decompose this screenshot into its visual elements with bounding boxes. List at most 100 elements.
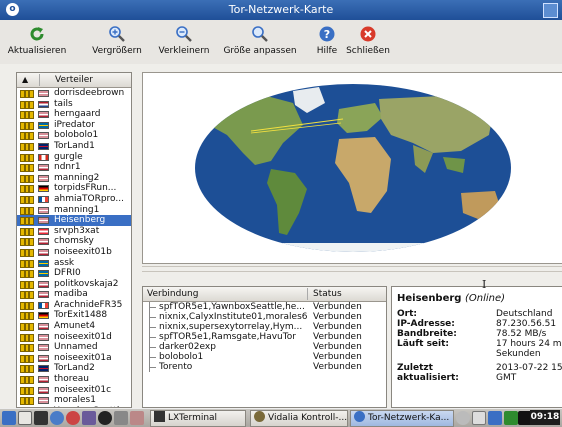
start-menu-icon[interactable]	[2, 411, 16, 425]
task-lxterminal[interactable]: LXTerminal	[150, 410, 246, 427]
circuit-row[interactable]: darker02expVerbunden	[143, 342, 386, 352]
notes-icon[interactable]	[130, 411, 144, 425]
bandwidth-icon	[20, 143, 34, 151]
relay-item[interactable]: srvph3xat	[17, 226, 131, 237]
relay-item[interactable]: dorrisdeebrown	[17, 88, 131, 99]
bandwidth-icon	[20, 238, 34, 246]
relay-item[interactable]: TorLand1	[17, 141, 131, 152]
relay-name: thoreau	[54, 374, 89, 385]
vidalia-tray-icon[interactable]	[504, 411, 518, 425]
task-label: Tor-Netzwerk-Ka...	[368, 413, 449, 423]
relay-item[interactable]: manning2	[17, 173, 131, 184]
volume-icon[interactable]	[456, 411, 470, 425]
detail-key: Läuft seit:	[397, 339, 449, 349]
browser-icon[interactable]	[50, 411, 64, 425]
detail-value: 78.52 MB/s	[496, 329, 546, 339]
zoom-fit-label: Größe anpassen	[220, 46, 300, 56]
relay-item[interactable]: TorExit1488	[17, 310, 131, 321]
sort-ascending-icon[interactable]: ▲	[22, 73, 28, 87]
relay-item[interactable]: noiseexit01b	[17, 247, 131, 258]
relay-item[interactable]: chomsky	[17, 236, 131, 247]
relay-name: ArachnideFR35	[54, 300, 122, 311]
country-flag-icon	[38, 302, 49, 309]
refresh-button[interactable]: Aktualisieren	[2, 20, 72, 64]
relay-item[interactable]: DFRI0	[17, 268, 131, 279]
relay-name: noiseexit01d	[54, 332, 112, 343]
task-vidalia[interactable]: Vidalia Kontroll-...	[250, 410, 348, 427]
world-map[interactable]	[142, 72, 562, 264]
zoom-fit-button[interactable]: Größe anpassen	[220, 20, 300, 64]
zoom-out-button[interactable]: Verkleinern	[154, 20, 214, 64]
country-flag-icon	[38, 344, 49, 351]
maximize-button[interactable]	[543, 3, 558, 18]
media-icon[interactable]	[98, 411, 112, 425]
zoom-out-label: Verkleinern	[154, 46, 214, 56]
relay-item[interactable]: Heisenberg	[17, 215, 131, 226]
terminal-icon[interactable]	[34, 411, 48, 425]
relay-item[interactable]: TorLand2	[17, 363, 131, 374]
bandwidth-icon	[20, 270, 34, 278]
relay-item[interactable]: Unnamed	[17, 342, 131, 353]
relay-list[interactable]: ▲ Verteiler dorrisdeebrowntailsherngaard…	[16, 72, 132, 408]
relay-item[interactable]: iPredator	[17, 120, 131, 131]
clipboard-icon[interactable]	[472, 411, 486, 425]
relay-name: noiseexit01b	[54, 247, 112, 258]
keyring-icon[interactable]	[82, 411, 96, 425]
relay-item[interactable]: gurgle	[17, 152, 131, 163]
relay-item[interactable]: noiseexit01c	[17, 385, 131, 396]
desktop-icon[interactable]	[114, 411, 128, 425]
relay-item[interactable]: Amunet4	[17, 321, 131, 332]
tree-line	[149, 312, 158, 322]
main-area: ▲ Verteiler dorrisdeebrowntailsherngaard…	[0, 64, 562, 408]
circuit-status: Verbunden	[313, 332, 362, 342]
close-button[interactable]: Schließen	[346, 20, 390, 64]
circuit-row[interactable]: spfTOR5e1,YawnboxSeattle,he...Verbunden	[143, 302, 386, 312]
bandwidth-icon	[20, 217, 34, 225]
pane-splitter[interactable]	[142, 266, 562, 272]
relay-item[interactable]: bolobolo1	[17, 130, 131, 141]
clock[interactable]: 09:18	[530, 410, 560, 425]
relay-item[interactable]: manning1	[17, 205, 131, 216]
relay-item[interactable]: assk	[17, 258, 131, 269]
relay-item[interactable]: thoreau	[17, 374, 131, 385]
circuit-row[interactable]: bolobolo1Verbunden	[143, 352, 386, 362]
circuit-status: Verbunden	[313, 362, 362, 372]
relay-item[interactable]: herngaard	[17, 109, 131, 120]
circuit-path: bolobolo1	[159, 352, 307, 362]
relay-item[interactable]: ArachnideFR35	[17, 300, 131, 311]
circuit-path: Torento	[159, 362, 307, 372]
help-button[interactable]: ? Hilfe	[312, 20, 342, 64]
onion-icon[interactable]	[66, 411, 80, 425]
relay-item[interactable]: torpidsFRun...	[17, 183, 131, 194]
circuit-list-header[interactable]: Verbindung Status	[143, 287, 386, 302]
close-icon	[359, 25, 377, 43]
relay-item[interactable]: madiba	[17, 289, 131, 300]
relay-item[interactable]: morales1	[17, 395, 131, 406]
relay-item[interactable]: ndnr1	[17, 162, 131, 173]
circuit-list[interactable]: Verbindung Status spfTOR5e1,YawnboxSeatt…	[142, 286, 387, 408]
zoom-in-button[interactable]: Vergrößern	[86, 20, 148, 64]
bandwidth-icon	[20, 196, 34, 204]
circuit-row[interactable]: spfTOR5e1,Ramsgate,HavuTorVerbunden	[143, 332, 386, 342]
relay-item[interactable]: noiseexit01d	[17, 332, 131, 343]
relay-name: DFRI0	[54, 268, 81, 279]
relay-list-header[interactable]: ▲ Verteiler	[17, 73, 131, 88]
country-flag-icon	[38, 111, 49, 118]
network-icon[interactable]	[488, 411, 502, 425]
circuit-row[interactable]: nixnix,supersexytorrelay,Hym...Verbunden	[143, 322, 386, 332]
bandwidth-icon	[20, 376, 34, 384]
task-tor-map[interactable]: Tor-Netzwerk-Ka...	[350, 410, 454, 427]
circuit-row[interactable]: Torento Verbunden	[143, 362, 386, 372]
bandwidth-icon	[20, 90, 34, 98]
relay-item[interactable]: ahmiaTORpro...	[17, 194, 131, 205]
relay-details-name: Heisenberg	[397, 293, 461, 304]
relay-item[interactable]: politkovskaja2	[17, 279, 131, 290]
country-flag-icon	[38, 164, 49, 171]
zoom-fit-icon	[251, 25, 269, 43]
relay-item[interactable]: tails	[17, 99, 131, 110]
relay-item[interactable]: noiseexit01a	[17, 353, 131, 364]
circuit-row[interactable]: nixnix,CalyxInstitute01,morales6Verbunde…	[143, 312, 386, 322]
country-flag-icon	[38, 281, 49, 288]
file-manager-icon[interactable]	[18, 411, 32, 425]
window-menu-icon[interactable]: o	[6, 3, 19, 16]
